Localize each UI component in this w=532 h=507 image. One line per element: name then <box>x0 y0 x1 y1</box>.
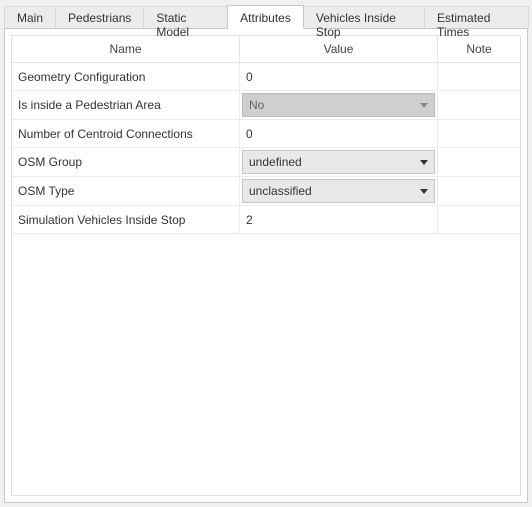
attribute-name-cell: Number of Centroid Connections <box>12 120 240 147</box>
dropdown-value: No <box>249 98 264 112</box>
table-row: Simulation Vehicles Inside Stop 2 <box>12 206 520 234</box>
attribute-note-cell[interactable] <box>438 148 520 176</box>
tab-main[interactable]: Main <box>4 6 56 28</box>
attribute-value-cell[interactable]: No <box>240 91 438 119</box>
tab-panel-attributes: Name Value Note Geometry Configuration 0 I… <box>4 28 528 503</box>
attribute-name: Is inside a Pedestrian Area <box>18 98 161 112</box>
grid-header: Name Value Note <box>12 36 520 63</box>
grid-body: Geometry Configuration 0 Is inside a Pedes… <box>12 63 520 495</box>
chevron-down-icon <box>420 160 428 165</box>
attribute-dropdown[interactable]: undefined <box>242 150 435 174</box>
attribute-note-cell[interactable] <box>438 91 520 119</box>
tab-label: Main <box>17 11 43 25</box>
chevron-down-icon <box>420 103 428 108</box>
table-row: Is inside a Pedestrian Area No <box>12 91 520 120</box>
tab-estimated-times[interactable]: Estimated Times <box>424 6 529 28</box>
attribute-name-cell: Is inside a Pedestrian Area <box>12 91 240 119</box>
attribute-value[interactable]: 0 <box>242 124 257 144</box>
table-row: OSM Group undefined <box>12 148 520 177</box>
attributes-panel-window: Main Pedestrians Static Model Attributes Veh… <box>0 0 532 507</box>
attribute-name-cell: OSM Type <box>12 177 240 205</box>
attribute-value-cell[interactable]: undefined <box>240 148 438 176</box>
attribute-dropdown[interactable]: unclassified <box>242 179 435 203</box>
attribute-name-cell: OSM Group <box>12 148 240 176</box>
attribute-value[interactable]: 0 <box>242 67 257 87</box>
dropdown-value: unclassified <box>249 184 312 198</box>
attribute-dropdown: No <box>242 93 435 117</box>
tab-pedestrians[interactable]: Pedestrians <box>55 6 144 28</box>
table-row: OSM Type unclassified <box>12 177 520 206</box>
attribute-value-cell[interactable]: 0 <box>240 63 438 90</box>
attribute-value[interactable]: 2 <box>242 210 257 230</box>
attribute-value-cell[interactable]: unclassified <box>240 177 438 205</box>
tab-attributes[interactable]: Attributes <box>227 5 304 29</box>
attributes-grid: Name Value Note Geometry Configuration 0 I… <box>11 35 521 496</box>
column-header-value[interactable]: Value <box>240 36 438 62</box>
tab-label: Attributes <box>240 11 291 25</box>
attribute-note-cell[interactable] <box>438 120 520 147</box>
attribute-name: OSM Group <box>18 155 82 169</box>
tab-label: Static Model <box>156 11 189 39</box>
attribute-value-cell[interactable]: 2 <box>240 206 438 233</box>
tab-static-model[interactable]: Static Model <box>143 6 228 28</box>
attribute-note-cell[interactable] <box>438 177 520 205</box>
table-row: Geometry Configuration 0 <box>12 63 520 91</box>
attribute-name-cell: Geometry Configuration <box>12 63 240 90</box>
tab-vehicles-inside-stop[interactable]: Vehicles Inside Stop <box>303 6 425 28</box>
dropdown-value: undefined <box>249 155 302 169</box>
attribute-note-cell[interactable] <box>438 63 520 90</box>
attribute-name: Geometry Configuration <box>18 70 145 84</box>
column-header-name[interactable]: Name <box>12 36 240 62</box>
attribute-name-cell: Simulation Vehicles Inside Stop <box>12 206 240 233</box>
table-row: Number of Centroid Connections 0 <box>12 120 520 148</box>
attribute-note-cell[interactable] <box>438 206 520 233</box>
tab-label: Pedestrians <box>68 11 131 25</box>
attribute-name: Simulation Vehicles Inside Stop <box>18 213 185 227</box>
attribute-value-cell[interactable]: 0 <box>240 120 438 147</box>
tab-strip: Main Pedestrians Static Model Attributes Veh… <box>4 4 528 28</box>
column-header-note[interactable]: Note <box>438 36 520 62</box>
attribute-name: Number of Centroid Connections <box>18 127 193 141</box>
attribute-name: OSM Type <box>18 184 74 198</box>
chevron-down-icon <box>420 189 428 194</box>
